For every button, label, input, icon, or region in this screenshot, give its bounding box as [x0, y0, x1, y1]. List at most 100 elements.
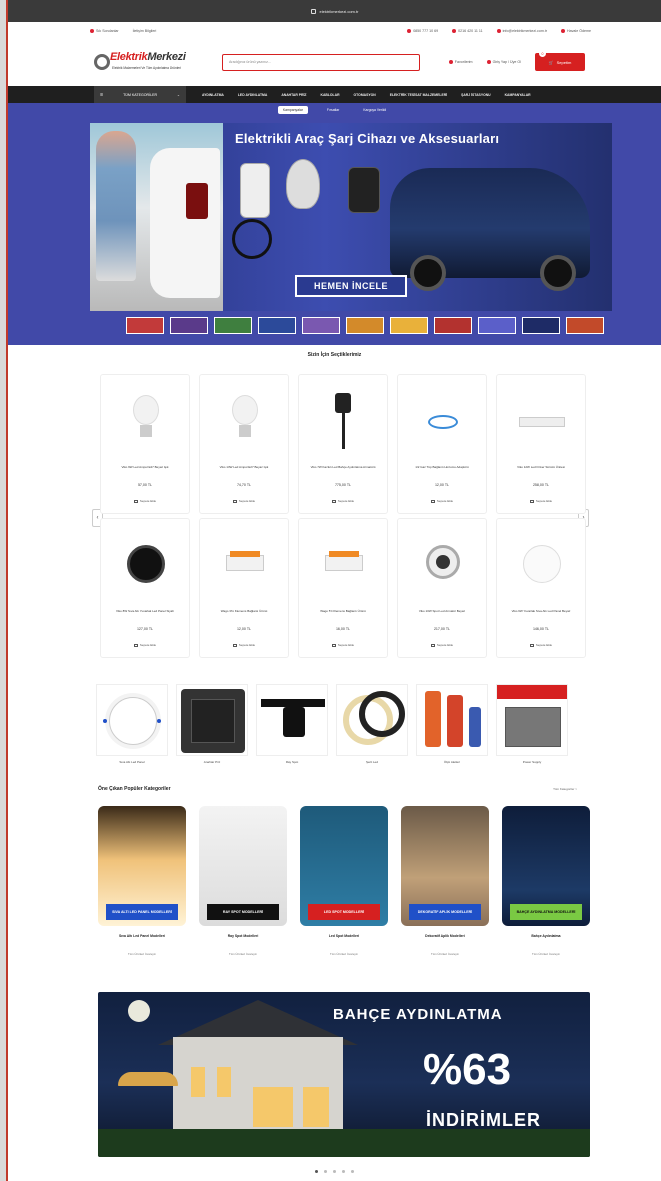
- popular-category-subtitle[interactable]: Tüm Ürünleri İnceleyin: [502, 952, 590, 956]
- add-to-cart-button[interactable]: Sepete Ekle: [299, 499, 387, 503]
- product-name[interactable]: Viko 9W Led Ampul E27 Beyaz Işık: [107, 465, 183, 469]
- cart-button[interactable]: 0 🛒 Sepetim: [535, 50, 585, 71]
- add-to-cart-button[interactable]: Sepete Ekle: [299, 643, 387, 647]
- hero-tab[interactable]: Kampanyalar: [277, 106, 308, 114]
- popular-category-title[interactable]: Dekoratif Aplik Modelleri: [401, 934, 489, 939]
- banner-thumbnail[interactable]: [390, 317, 428, 334]
- banner-thumbnail[interactable]: [214, 317, 252, 334]
- product-name[interactable]: Viko 13W Led Ampul E27 Beyaz Işık: [206, 465, 282, 469]
- add-to-cart-button[interactable]: Sepete Ekle: [200, 499, 288, 503]
- product-name[interactable]: Viko 8W Sıva Altı Yuvarlak Led Panel Siy…: [107, 609, 183, 613]
- product-name[interactable]: Viko 7W Kazıklı Led Bahçe Aydınlatma Arm…: [305, 465, 381, 469]
- product-card[interactable]: 1/2 Gaz Tüp Bağlantı Hortumu Adaptörü 12,…: [397, 374, 487, 514]
- product-card[interactable]: Viko 6W Yuvarlak Sıva Altı Led Panel Bey…: [496, 518, 586, 658]
- hero-banner[interactable]: Elektrikli Araç Şarj Cihazı ve Aksesuarl…: [90, 123, 612, 311]
- promo-banner[interactable]: BAHÇE AYDINLATMA %63 İNDİRİMLER: [98, 992, 590, 1157]
- product-card[interactable]: Viko 12W Led Driver Sürücü Ünitesi 258,00…: [496, 374, 586, 514]
- nav-item[interactable]: ŞARJ İSTASYONU: [461, 93, 491, 97]
- faq-link[interactable]: Sık Sorulanlar: [90, 29, 119, 33]
- category-tile[interactable]: Sıva Altı Led Panel: [96, 684, 168, 770]
- carousel-dot[interactable]: [324, 1170, 327, 1173]
- hero-tab[interactable]: Kargoya Verildi: [358, 106, 391, 114]
- contact-link[interactable]: İletişim Bilgileri: [133, 29, 157, 33]
- phone-2-link[interactable]: 0216 420 11 11: [452, 29, 483, 33]
- nav-item[interactable]: KABLOLAR: [321, 93, 340, 97]
- cart-icon: [232, 643, 237, 647]
- carousel-dot[interactable]: [351, 1170, 354, 1173]
- nav-item[interactable]: ANAHTAR PRİZ: [281, 93, 306, 97]
- product-card[interactable]: Viko 7W Kazıklı Led Bahçe Aydınlatma Arm…: [298, 374, 388, 514]
- popular-category-title[interactable]: Ray Spot Modelleri: [199, 934, 287, 939]
- add-to-cart-button[interactable]: Sepete Ekle: [398, 643, 486, 647]
- phone-1-link[interactable]: 0850 777 10 69: [407, 29, 438, 33]
- banner-thumbnail[interactable]: [302, 317, 340, 334]
- product-name[interactable]: 1/2 Gaz Tüp Bağlantı Hortumu Adaptörü: [404, 465, 480, 469]
- banner-thumbnail[interactable]: [126, 317, 164, 334]
- product-card[interactable]: Viko 8W Sıva Altı Yuvarlak Led Panel Siy…: [100, 518, 190, 658]
- popular-category-subtitle[interactable]: Tüm Ürünleri İnceleyin: [199, 952, 287, 956]
- search-input[interactable]: Aradığınız ürünü yazınız...: [222, 53, 420, 71]
- popular-category-subtitle[interactable]: Tüm Ürünleri İnceleyin: [401, 952, 489, 956]
- category-tile[interactable]: Ölçü Aletleri: [416, 684, 488, 770]
- cart-icon: [430, 643, 435, 647]
- popular-category-subtitle[interactable]: Tüm Ürünleri İnceleyin: [300, 952, 388, 956]
- popular-category-title[interactable]: Bahçe Aydınlatma: [502, 934, 590, 939]
- hero-tab[interactable]: Fırsatlar: [322, 106, 344, 114]
- meter-image: [416, 684, 488, 756]
- popular-category-card[interactable]: LED SPOT MODELLERİ Led Spot Modelleri Tüm …: [300, 806, 388, 966]
- popular-category-title[interactable]: Led Spot Modelleri: [300, 934, 388, 939]
- bank-transfer-link[interactable]: Havale Ödeme: [561, 29, 591, 33]
- popular-category-card[interactable]: SIVA ALTI LED PANEL MODELLERİ Sıva Altı L…: [98, 806, 186, 966]
- add-to-cart-button[interactable]: Sepete Ekle: [497, 499, 585, 503]
- add-to-cart-button[interactable]: Sepete Ekle: [398, 499, 486, 503]
- lock-icon: [310, 8, 316, 14]
- nav-item[interactable]: ELEKTRİK TESİSAT MALZEMELERİ: [390, 93, 447, 97]
- site-logo[interactable]: ElektrikMerkezi Elektrik Malzemeleri Ve …: [94, 48, 212, 76]
- product-card[interactable]: Viko 10W Spot Led Armatür Beyaz 217,00 TL…: [397, 518, 487, 658]
- address-bar[interactable]: elektrikmerkezi.com.tr: [8, 0, 661, 22]
- popular-category-card[interactable]: RAY SPOT MODELLERİ Ray Spot Modelleri Tüm …: [199, 806, 287, 966]
- category-tile[interactable]: Power Supply: [496, 684, 568, 770]
- email-link[interactable]: info@elektrikmerkezi.com.tr: [496, 29, 547, 33]
- nav-item[interactable]: KAMPANYALAR: [505, 93, 531, 97]
- banner-thumbnail[interactable]: [434, 317, 472, 334]
- banner-thumbnail[interactable]: [522, 317, 560, 334]
- product-name[interactable]: Viko 12W Led Driver Sürücü Ünitesi: [503, 465, 579, 469]
- category-tile[interactable]: Anahtar Priz: [176, 684, 248, 770]
- carousel-dot[interactable]: [333, 1170, 336, 1173]
- banner-thumbnail[interactable]: [346, 317, 384, 334]
- window: [303, 1087, 329, 1127]
- account-link[interactable]: Giriş Yap / Üye Ol: [486, 60, 521, 64]
- popular-category-title[interactable]: Sıva Altı Led Panel Modelleri: [98, 934, 186, 939]
- add-to-cart-button[interactable]: Sepete Ekle: [497, 643, 585, 647]
- banner-thumbnail[interactable]: [170, 317, 208, 334]
- carousel-dot[interactable]: [315, 1170, 318, 1173]
- product-name[interactable]: Wago 3'lü Klemens Bağlantı Ürünü: [206, 609, 282, 613]
- all-categories-button[interactable]: ☰ TÜM KATEGORİLER ⌄: [94, 86, 186, 103]
- category-tile[interactable]: Şerit Led: [336, 684, 408, 770]
- all-categories-link[interactable]: Tüm Kategoriler >: [553, 787, 577, 791]
- favorites-link[interactable]: Favorilerim: [448, 60, 473, 64]
- popular-category-card[interactable]: DEKORATİF APLİK MODELLERİ Dekoratif Aplik…: [401, 806, 489, 966]
- nav-item[interactable]: OTOMASYON: [354, 93, 376, 97]
- product-card[interactable]: Viko 13W Led Ampul E27 Beyaz Işık 74,70 T…: [199, 374, 289, 514]
- nav-item[interactable]: LED AYDINLATMA: [238, 93, 267, 97]
- product-card[interactable]: Wago 3'lü Klemens Bağlantı Ürünü 12,00 TL…: [199, 518, 289, 658]
- product-name[interactable]: Viko 10W Spot Led Armatür Beyaz: [404, 609, 480, 613]
- banner-thumbnail[interactable]: [566, 317, 604, 334]
- popular-category-card[interactable]: BAHÇE AYDINLATMA MODELLERİ Bahçe Aydınlat…: [502, 806, 590, 966]
- category-tile[interactable]: Ray Spot: [256, 684, 328, 770]
- carousel-dot[interactable]: [342, 1170, 345, 1173]
- add-to-cart-button[interactable]: Sepete Ekle: [101, 643, 189, 647]
- banner-thumbnail[interactable]: [258, 317, 296, 334]
- product-name[interactable]: Wago 5'li Klemens Bağlantı Ürünü: [305, 609, 381, 613]
- nav-item[interactable]: AYDINLATMA: [202, 93, 224, 97]
- add-to-cart-button[interactable]: Sepete Ekle: [200, 643, 288, 647]
- banner-thumbnail[interactable]: [478, 317, 516, 334]
- shop-now-button[interactable]: HEMEN İNCELE: [295, 275, 407, 297]
- product-name[interactable]: Viko 6W Yuvarlak Sıva Altı Led Panel Bey…: [503, 609, 579, 613]
- product-card[interactable]: Wago 5'li Klemens Bağlantı Ürünü 16,00 TL…: [298, 518, 388, 658]
- popular-category-subtitle[interactable]: Tüm Ürünleri İnceleyin: [98, 952, 186, 956]
- add-to-cart-button[interactable]: Sepete Ekle: [101, 499, 189, 503]
- product-card[interactable]: Viko 9W Led Ampul E27 Beyaz Işık 57,00 TL…: [100, 374, 190, 514]
